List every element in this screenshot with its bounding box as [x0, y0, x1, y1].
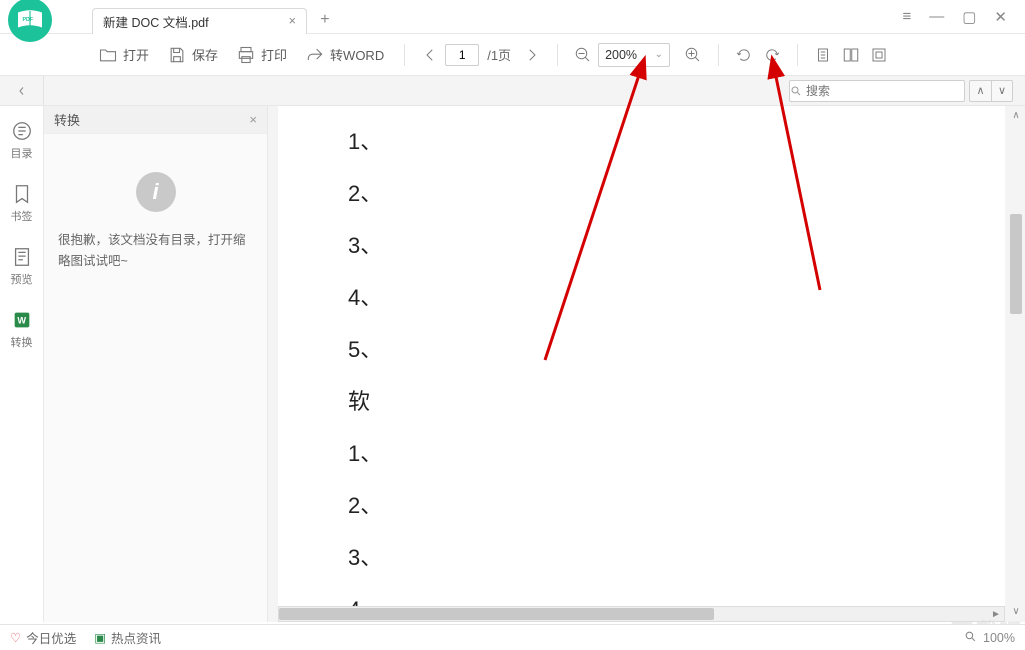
- zoom-status-value: 100%: [983, 631, 1015, 645]
- prev-page-button[interactable]: [417, 42, 443, 68]
- maximize-icon[interactable]: ▢: [962, 8, 976, 26]
- news-icon: ▣: [94, 630, 106, 645]
- hot-news-button[interactable]: ▣ 热点资讯: [94, 628, 161, 647]
- document-line: 2、: [348, 168, 935, 220]
- document-line: 4、: [348, 272, 935, 324]
- panel-title: 转换: [54, 110, 80, 129]
- document-line: 4、: [348, 584, 935, 606]
- fit-page-button[interactable]: [866, 42, 892, 68]
- tab-title: 新建 DOC 文档.pdf: [103, 12, 209, 31]
- document-tab[interactable]: 新建 DOC 文档.pdf ×: [92, 8, 307, 34]
- next-page-button[interactable]: [519, 42, 545, 68]
- info-icon: i: [136, 172, 176, 212]
- panel-close-icon[interactable]: ×: [249, 112, 257, 127]
- v-scroll-thumb[interactable]: [1010, 214, 1022, 314]
- chevron-down-icon: ⌄: [655, 49, 663, 60]
- page-total: /1页: [487, 45, 511, 64]
- search-icon: [790, 85, 802, 97]
- page-input[interactable]: [445, 44, 479, 66]
- search-next-button[interactable]: ∨: [991, 80, 1013, 102]
- new-tab-button[interactable]: +: [315, 10, 335, 30]
- single-page-button[interactable]: [810, 42, 836, 68]
- document-line: 3、: [348, 220, 935, 272]
- zoom-out-button[interactable]: [570, 42, 596, 68]
- gift-icon: ♡: [10, 630, 21, 645]
- collapse-sidebar-button[interactable]: [0, 76, 44, 105]
- folder-icon: [98, 45, 118, 65]
- zoom-select[interactable]: 200% ⌄: [598, 43, 670, 67]
- h-scroll-thumb[interactable]: [279, 608, 714, 620]
- today-picks-button[interactable]: ♡ 今日优选: [10, 628, 76, 647]
- document-line: 1、: [348, 428, 935, 480]
- save-button[interactable]: 保存: [159, 41, 226, 69]
- scroll-up-icon[interactable]: ∧: [1009, 108, 1023, 122]
- search-prev-button[interactable]: ∧: [969, 80, 991, 102]
- menu-icon[interactable]: ≡: [902, 8, 911, 25]
- to-word-button[interactable]: 转WORD: [297, 41, 392, 69]
- search-box[interactable]: [789, 80, 965, 102]
- sidebar-bookmark-button[interactable]: 书签: [0, 179, 43, 228]
- sidebar-convert-button[interactable]: W 转换: [0, 305, 43, 354]
- minimize-icon[interactable]: —: [929, 8, 944, 25]
- two-page-button[interactable]: [838, 42, 864, 68]
- side-panel: 转换 × i 很抱歉，该文档没有目录，打开缩略图试试吧~: [44, 106, 268, 622]
- print-button[interactable]: 打印: [228, 41, 295, 69]
- document-page: 1、2、3、4、5、软1、2、3、4、: [278, 106, 1005, 606]
- document-line: 软: [348, 376, 935, 428]
- horizontal-scrollbar[interactable]: ◄ ►: [278, 606, 1005, 622]
- document-line: 3、: [348, 532, 935, 584]
- panel-message: 很抱歉，该文档没有目录，打开缩略图试试吧~: [58, 230, 253, 273]
- zoom-status-icon[interactable]: [964, 630, 977, 646]
- document-line: 1、: [348, 116, 935, 168]
- print-icon: [236, 45, 256, 65]
- close-window-icon[interactable]: ✕: [994, 8, 1007, 26]
- sidebar-toc-button[interactable]: 目录: [0, 116, 43, 165]
- open-button[interactable]: 打开: [90, 41, 157, 69]
- rotate-left-button[interactable]: [731, 42, 757, 68]
- zoom-in-button[interactable]: [680, 42, 706, 68]
- document-line: 2、: [348, 480, 935, 532]
- document-line: 5、: [348, 324, 935, 376]
- save-icon: [167, 45, 187, 65]
- vertical-scrollbar[interactable]: ∧ ∨: [1009, 108, 1023, 618]
- svg-text:PDF: PDF: [23, 16, 34, 22]
- close-tab-icon[interactable]: ×: [289, 14, 296, 28]
- share-icon: [305, 45, 325, 65]
- search-input[interactable]: [802, 84, 965, 98]
- rotate-right-button[interactable]: [759, 42, 785, 68]
- svg-text:W: W: [17, 316, 26, 326]
- app-logo: PDF: [8, 0, 52, 42]
- sidebar-preview-button[interactable]: 预览: [0, 242, 43, 291]
